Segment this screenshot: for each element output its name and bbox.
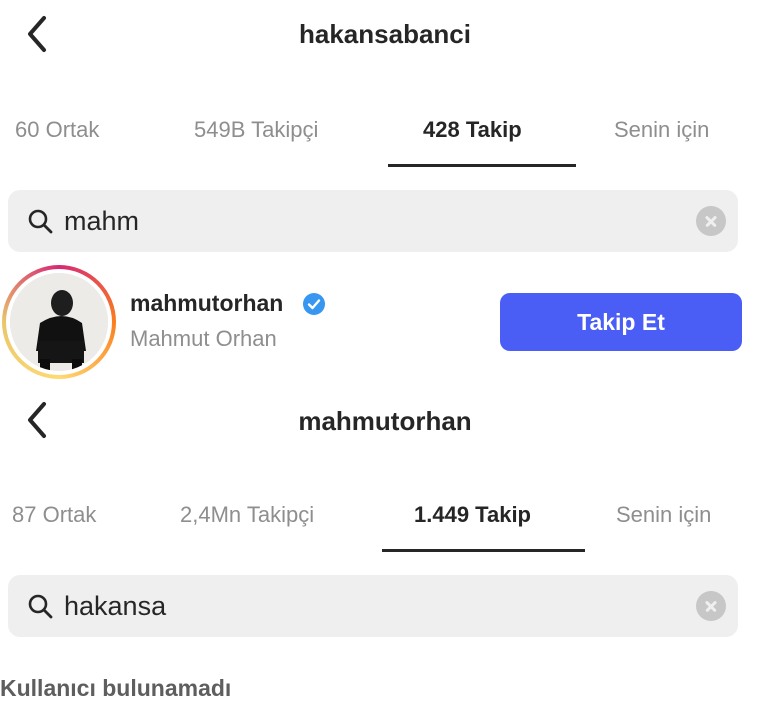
following-screen-mahmutorhan: mahmutorhan 87 Ortak 2,4Mn Takipçi 1.449… [0,390,770,705]
active-tab-indicator [382,549,585,552]
result-full-name: Mahmut Orhan [130,326,277,351]
tab-followers[interactable]: 549B Takipçi [194,117,318,143]
tab-following[interactable]: 1.449 Takip [414,502,531,528]
story-ring[interactable] [2,265,116,379]
tab-bar: 87 Ortak 2,4Mn Takipçi 1.449 Takip Senin… [0,485,770,552]
avatar [10,273,108,371]
search-icon [28,594,53,619]
search-bar [8,575,738,637]
clear-search-icon[interactable] [696,206,726,236]
search-bar [8,190,738,252]
result-username[interactable]: mahmutorhan [130,290,283,317]
tab-bar: 60 Ortak 549B Takipçi 428 Takip Senin iç… [0,100,770,167]
verified-badge-icon [303,293,325,315]
follow-button[interactable]: Takip Et [500,293,742,351]
tab-for-you[interactable]: Senin için [614,117,709,143]
search-result-row[interactable]: mahmutorhan Mahmut Orhan Takip Et [0,262,770,380]
tab-for-you[interactable]: Senin için [616,502,711,528]
header: hakansabanci [0,0,770,70]
no-results-message: Kullanıcı bulunamadı [0,675,232,701]
page-title: mahmutorhan [298,406,472,436]
tab-followers[interactable]: 2,4Mn Takipçi [180,502,314,528]
clear-search-icon[interactable] [696,591,726,621]
search-input[interactable] [64,585,664,627]
following-screen-hakansabanci: hakansabanci 60 Ortak 549B Takipçi 428 T… [0,0,770,390]
tab-mutual[interactable]: 87 Ortak [12,502,96,528]
header: mahmutorhan [0,390,770,460]
search-icon [28,209,53,234]
tab-mutual[interactable]: 60 Ortak [15,117,99,143]
search-input[interactable] [64,200,664,242]
page-title: hakansabanci [299,19,471,49]
tab-following[interactable]: 428 Takip [423,117,522,143]
active-tab-indicator [388,164,576,167]
